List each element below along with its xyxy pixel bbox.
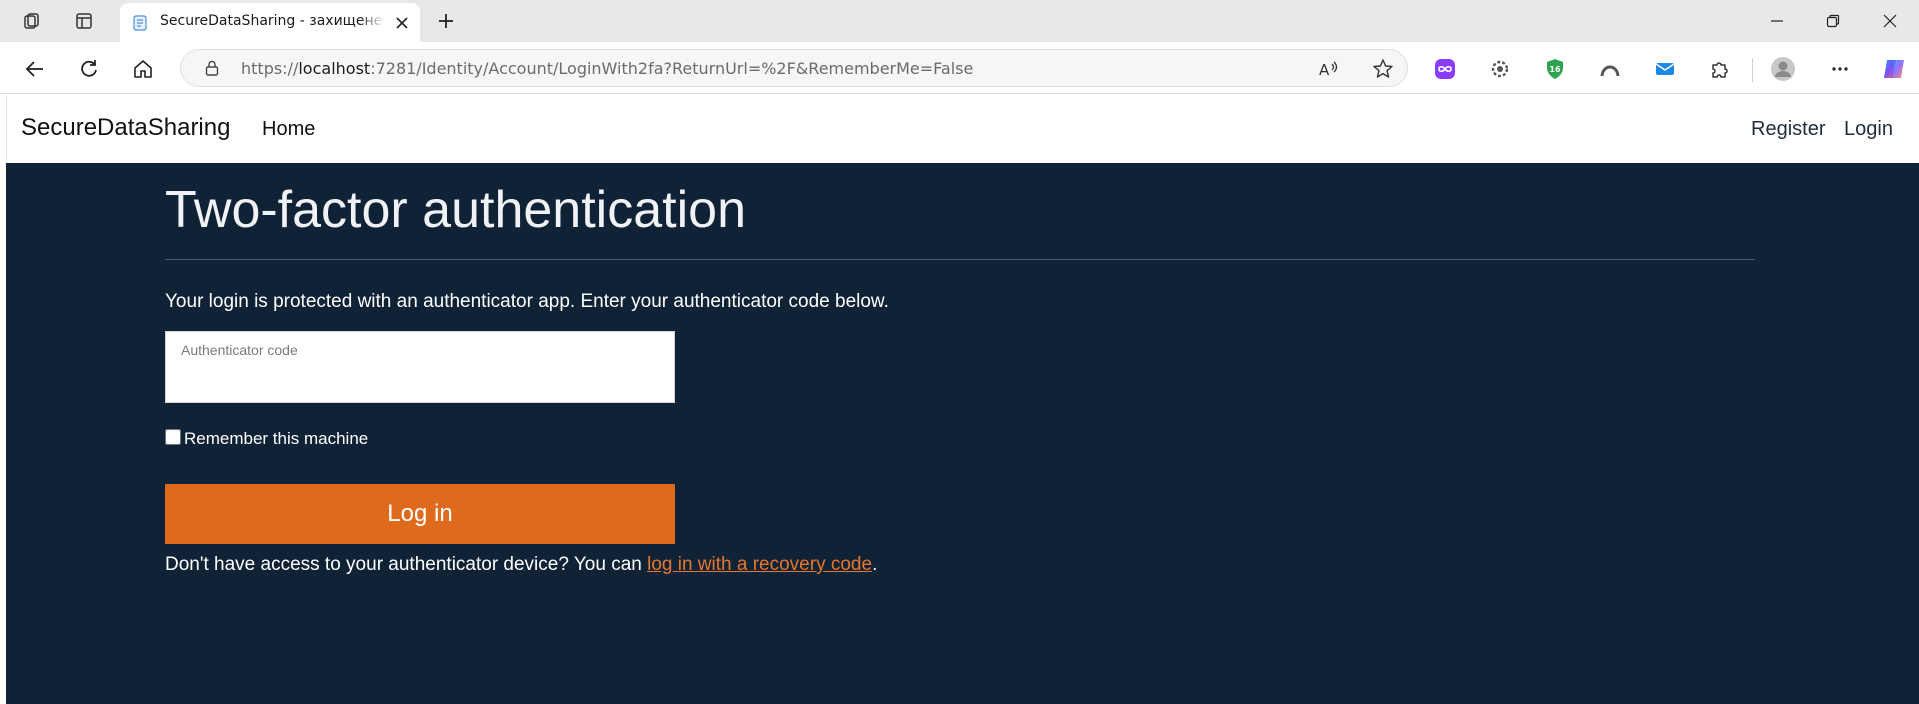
- tab-title-fade: [360, 9, 384, 33]
- shield-extension-icon[interactable]: 16: [1540, 54, 1570, 84]
- toolbar-separator: [1752, 58, 1753, 82]
- tab-actions-icon[interactable]: [70, 8, 98, 34]
- url-host: localhost: [298, 59, 371, 78]
- authenticator-code-field[interactable]: Authenticator code: [165, 331, 675, 403]
- browser-toolbar: https://localhost:7281/Identity/Account/…: [0, 42, 1919, 94]
- browser-tab-active[interactable]: SecureDataSharing - захищене сховище: [120, 3, 420, 42]
- workspaces-icon[interactable]: [18, 8, 46, 34]
- mail-extension-icon[interactable]: [1650, 54, 1680, 84]
- page-icon: [132, 15, 148, 31]
- restore-icon[interactable]: [1813, 6, 1853, 36]
- url-path: :7281/Identity/Account/LoginWith2fa?Retu…: [370, 59, 974, 78]
- nav-register-link[interactable]: Register: [1751, 118, 1825, 141]
- infinity-extension-icon[interactable]: [1430, 54, 1460, 84]
- recovery-prefix: Don't have access to your authenticator …: [165, 554, 648, 575]
- profile-avatar-icon[interactable]: [1768, 54, 1798, 84]
- gear-extension-icon[interactable]: [1485, 54, 1515, 84]
- authenticator-code-input[interactable]: [180, 364, 660, 394]
- remember-machine-checkbox[interactable]: [165, 429, 181, 445]
- refresh-icon[interactable]: [74, 54, 104, 84]
- new-tab-plus-icon[interactable]: [432, 8, 460, 34]
- more-icon[interactable]: [1825, 54, 1855, 84]
- remember-machine-label[interactable]: Remember this machine: [184, 429, 368, 449]
- favorite-star-icon[interactable]: [1371, 57, 1395, 81]
- window-close-icon[interactable]: [1870, 6, 1910, 36]
- tab-title: SecureDataSharing - захищене сховище: [160, 13, 382, 29]
- close-icon[interactable]: [392, 13, 412, 33]
- nav-login-link[interactable]: Login: [1844, 118, 1893, 141]
- url-scheme: https://: [241, 59, 299, 78]
- main-content: Two-factor authentication Your login is …: [6, 163, 1919, 704]
- minimize-icon[interactable]: [1757, 6, 1797, 36]
- authenticator-code-label: Authenticator code: [181, 342, 298, 358]
- login-button[interactable]: Log in: [165, 484, 675, 544]
- intro-text: Your login is protected with an authenti…: [165, 291, 889, 312]
- browser-tab-strip: SecureDataSharing - захищене сховище: [0, 0, 1919, 42]
- puzzle-extensions-icon[interactable]: [1705, 54, 1735, 84]
- read-aloud-icon[interactable]: A: [1316, 57, 1340, 81]
- svg-text:16: 16: [1549, 65, 1561, 74]
- title-divider: [165, 259, 1755, 260]
- site-navbar: SecureDataSharing Home Register Login: [6, 95, 1919, 163]
- address-bar[interactable]: https://localhost:7281/Identity/Account/…: [180, 49, 1408, 87]
- recovery-text: Don't have access to your authenticator …: [165, 554, 877, 576]
- nav-home-link[interactable]: Home: [262, 118, 315, 141]
- page-title: Two-factor authentication: [165, 181, 746, 239]
- url-text[interactable]: https://localhost:7281/Identity/Account/…: [241, 59, 973, 78]
- web-page: SecureDataSharing Home Register Login Tw…: [0, 95, 1919, 704]
- site-brand-link[interactable]: SecureDataSharing: [21, 114, 230, 142]
- recovery-suffix: .: [872, 554, 878, 575]
- lock-icon[interactable]: [203, 59, 221, 77]
- svg-text:A: A: [1319, 61, 1330, 79]
- copilot-icon[interactable]: [1879, 54, 1909, 84]
- home-icon[interactable]: [128, 54, 158, 84]
- arc-extension-icon[interactable]: [1595, 54, 1625, 84]
- back-arrow-icon[interactable]: [20, 54, 50, 84]
- recovery-code-link[interactable]: log in with a recovery code: [647, 554, 872, 575]
